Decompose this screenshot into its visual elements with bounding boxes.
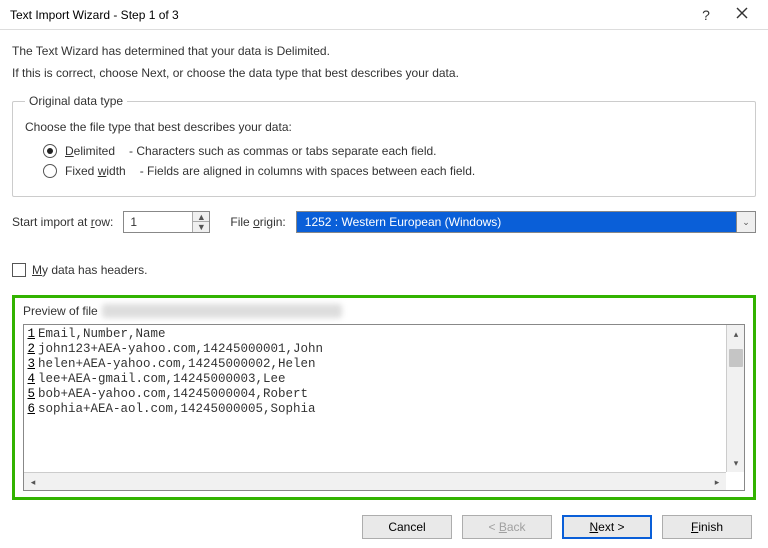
finish-button[interactable]: Finish (662, 515, 752, 539)
start-row-label: Start import at row: (12, 215, 113, 229)
spinner-down-button[interactable]: ▼ (193, 222, 209, 232)
chevron-up-icon: ▲ (197, 213, 206, 221)
preview-row: 3helen+AEA-yahoo.com,14245000002,Helen (24, 357, 744, 372)
spinner-buttons: ▲ ▼ (192, 212, 209, 232)
preview-row: 6sophia+AEA-aol.com,14245000005,Sophia (24, 402, 744, 417)
fixedwidth-radio[interactable] (43, 164, 57, 178)
headers-checkbox-row: My data has headers. (12, 263, 756, 277)
original-data-legend: Original data type (25, 94, 127, 108)
preview-row: 2john123+AEA-yahoo.com,14245000001,John (24, 342, 744, 357)
my-data-has-headers-checkbox[interactable] (12, 263, 26, 277)
next-button[interactable]: Next > (562, 515, 652, 539)
start-row-value[interactable]: 1 (124, 212, 192, 232)
chevron-down-icon: ⌄ (742, 217, 750, 228)
titlebar: Text Import Wizard - Step 1 of 3 ? (0, 0, 768, 30)
close-icon (736, 7, 748, 19)
choose-file-type-text: Choose the file type that best describes… (25, 120, 743, 134)
file-origin-dropdown-button[interactable]: ⌄ (736, 211, 756, 233)
file-origin-label: File origin: (230, 215, 285, 229)
file-origin-value: 1252 : Western European (Windows) (296, 211, 736, 233)
help-button[interactable]: ? (688, 7, 724, 23)
delimited-desc: - Characters such as commas or tabs sepa… (129, 144, 436, 158)
scroll-down-button[interactable]: ▾ (727, 454, 745, 472)
preview-box: Preview of file 1Email,Number,Name 2john… (12, 295, 756, 500)
import-row-controls: Start import at row: 1 ▲ ▼ File origin: … (12, 211, 756, 233)
intro-text-2: If this is correct, choose Next, or choo… (12, 66, 756, 80)
preview-row: 4lee+AEA-gmail.com,14245000003,Lee (24, 372, 744, 387)
preview-label: Preview of file (23, 304, 98, 318)
preview-filename-redacted (102, 304, 342, 318)
text-import-wizard-dialog: Text Import Wizard - Step 1 of 3 ? The T… (0, 0, 768, 548)
back-button: < Back (462, 515, 552, 539)
preview-row: 1Email,Number,Name (24, 327, 744, 342)
close-button[interactable] (724, 7, 760, 22)
scroll-left-button[interactable]: ◂ (24, 473, 42, 491)
preview-header: Preview of file (23, 304, 745, 318)
preview-pane: 1Email,Number,Name 2john123+AEA-yahoo.co… (23, 324, 745, 491)
preview-rows: 1Email,Number,Name 2john123+AEA-yahoo.co… (24, 325, 744, 490)
preview-row: 5bob+AEA-yahoo.com,14245000004,Robert (24, 387, 744, 402)
radio-row-delimited: Delimited - Characters such as commas or… (43, 144, 743, 158)
preview-vertical-scrollbar[interactable]: ▴ ▾ (726, 325, 744, 472)
window-title: Text Import Wizard - Step 1 of 3 (10, 8, 688, 22)
chevron-down-icon: ▼ (197, 223, 206, 231)
delimited-radio-label[interactable]: Delimited (65, 144, 115, 158)
scroll-thumb[interactable] (729, 349, 743, 367)
my-data-has-headers-label[interactable]: My data has headers. (32, 263, 147, 277)
intro-text-1: The Text Wizard has determined that your… (12, 44, 756, 58)
spinner-up-button[interactable]: ▲ (193, 212, 209, 222)
start-row-spinner[interactable]: 1 ▲ ▼ (123, 211, 210, 233)
fixedwidth-desc: - Fields are aligned in columns with spa… (140, 164, 476, 178)
radio-row-fixedwidth: Fixed width - Fields are aligned in colu… (43, 164, 743, 178)
scroll-right-button[interactable]: ▸ (708, 473, 726, 491)
fixedwidth-radio-label[interactable]: Fixed width (65, 164, 126, 178)
dialog-content: The Text Wizard has determined that your… (0, 30, 768, 506)
original-data-type-group: Original data type Choose the file type … (12, 94, 756, 197)
delimited-radio[interactable] (43, 144, 57, 158)
scroll-up-button[interactable]: ▴ (727, 325, 745, 343)
cancel-button[interactable]: Cancel (362, 515, 452, 539)
dialog-footer: Cancel < Back Next > Finish (0, 506, 768, 548)
preview-horizontal-scrollbar[interactable]: ◂ ▸ (24, 472, 726, 490)
file-origin-select[interactable]: 1252 : Western European (Windows) ⌄ (296, 211, 756, 233)
